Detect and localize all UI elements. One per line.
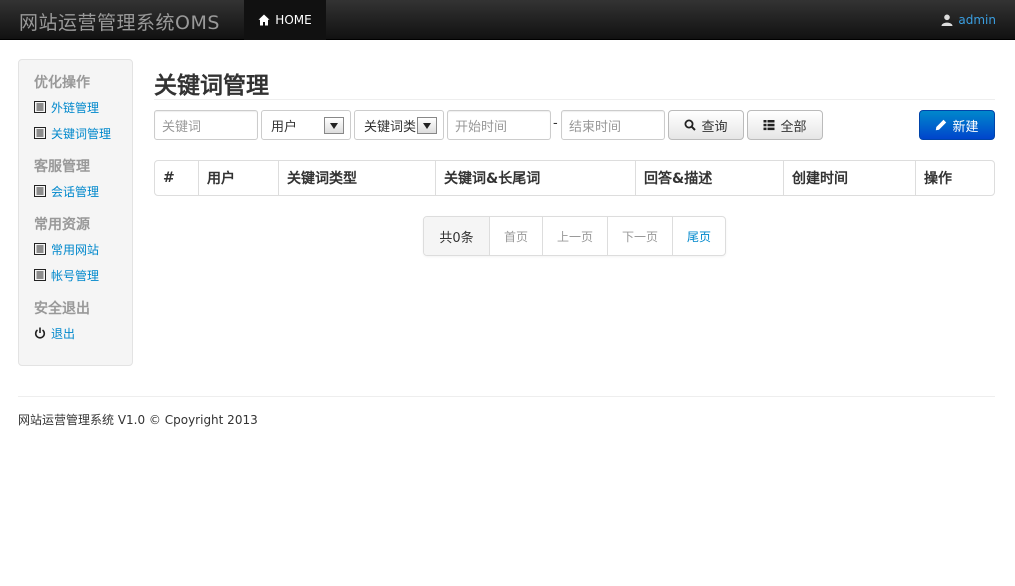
home-icon <box>258 14 270 26</box>
sidebar-header: 安全退出 <box>34 301 90 317</box>
column-header-created: 创建时间 <box>783 161 915 195</box>
sidebar-item-accounts[interactable]: 帐号管理 <box>34 262 132 288</box>
pagination-last[interactable]: 尾页 <box>672 217 725 255</box>
query-button-label: 查询 <box>701 119 728 135</box>
keyword-table: # 用户 关键词类型 关键词&长尾词 回答&描述 创建时间 操作 <box>154 160 995 196</box>
sidebar-group-optimize: 优化操作 外链管理 关键词管理 <box>34 72 132 146</box>
sidebar-item-label: 退出 <box>51 326 76 341</box>
column-header-actions: 操作 <box>915 161 994 195</box>
sidebar-group-service: 客服管理 会话管理 <box>34 156 132 204</box>
sidebar-item-sessions[interactable]: 会话管理 <box>34 178 132 204</box>
new-button-label: 新建 <box>952 119 979 135</box>
pagination: 共0条 首页 上一页 下一页 尾页 <box>423 216 726 256</box>
sidebar-header: 常用资源 <box>34 217 90 233</box>
query-button[interactable]: 查询 <box>668 110 744 140</box>
chevron-down-icon <box>417 117 437 134</box>
sidebar-group-resources: 常用资源 常用网站 帐号管理 <box>34 214 132 288</box>
sidebar-item-label: 外链管理 <box>51 100 100 115</box>
title-divider <box>154 99 995 100</box>
footer-copyright: 网站运营管理系统 V1.0 © Cpoyright 2013 <box>18 413 258 427</box>
sidebar-item-logout[interactable]: 退出 <box>34 320 132 346</box>
page-title: 关键词管理 <box>154 73 269 99</box>
column-header-answer: 回答&描述 <box>635 161 783 195</box>
pagination-first[interactable]: 首页 <box>489 217 542 255</box>
pencil-icon <box>936 119 947 131</box>
chevron-down-icon <box>324 117 344 134</box>
all-button[interactable]: 全部 <box>747 110 823 140</box>
sidebar-header: 优化操作 <box>34 75 90 91</box>
all-button-label: 全部 <box>780 119 807 135</box>
sidebar-item-external-links[interactable]: 外链管理 <box>34 94 132 120</box>
list-icon <box>34 101 46 113</box>
date-range-separator: - <box>553 116 558 131</box>
end-time-input[interactable]: 结束时间 <box>561 110 665 140</box>
top-navbar: 网站运营管理系统OMS HOME admin <box>0 0 1015 40</box>
user-icon <box>941 14 953 26</box>
sidebar-item-label: 会话管理 <box>51 184 100 199</box>
power-icon <box>34 327 46 339</box>
sidebar-group-logout: 安全退出 退出 <box>34 298 132 346</box>
nav-home-label: HOME <box>275 13 312 27</box>
table-header-row: # 用户 关键词类型 关键词&长尾词 回答&描述 创建时间 操作 <box>155 161 994 195</box>
nav-home-link[interactable]: HOME <box>244 0 326 40</box>
column-header-user: 用户 <box>198 161 278 195</box>
brand-title[interactable]: 网站运营管理系统OMS <box>19 8 220 35</box>
nav-user-link[interactable]: admin <box>941 0 996 40</box>
sidebar-item-websites[interactable]: 常用网站 <box>34 236 132 262</box>
user-select-value: 用户 <box>271 119 298 135</box>
sidebar-header: 客服管理 <box>34 159 90 175</box>
sidebar-item-label: 关键词管理 <box>51 126 112 141</box>
new-button[interactable]: 新建 <box>919 110 995 140</box>
column-header-index: # <box>163 170 175 186</box>
pagination-total: 共0条 <box>424 217 489 255</box>
keyword-type-select-value: 关键词类 <box>364 119 417 135</box>
list-icon <box>34 269 46 281</box>
keyword-input[interactable]: 关键词 <box>154 110 258 140</box>
th-list-icon <box>763 120 775 131</box>
start-time-input[interactable]: 开始时间 <box>447 110 551 140</box>
user-select[interactable]: 用户 <box>261 110 351 140</box>
sidebar-item-keywords[interactable]: 关键词管理 <box>34 120 132 146</box>
footer-divider <box>18 396 995 397</box>
sidebar: 优化操作 外链管理 关键词管理 客服管理 会话管理 常用资源 常用网站 帐号管理… <box>18 59 133 366</box>
column-header-keyword-type: 关键词类型 <box>278 161 435 195</box>
search-icon <box>684 119 697 131</box>
list-icon <box>34 185 46 197</box>
list-icon <box>34 127 46 139</box>
nav-user-label: admin <box>958 13 996 27</box>
sidebar-item-label: 帐号管理 <box>51 268 100 283</box>
keyword-type-select[interactable]: 关键词类 <box>354 110 444 140</box>
pagination-prev[interactable]: 上一页 <box>542 217 607 255</box>
sidebar-item-label: 常用网站 <box>51 242 100 257</box>
column-header-keyword: 关键词&长尾词 <box>435 161 635 195</box>
pagination-next[interactable]: 下一页 <box>607 217 672 255</box>
list-icon <box>34 243 46 255</box>
